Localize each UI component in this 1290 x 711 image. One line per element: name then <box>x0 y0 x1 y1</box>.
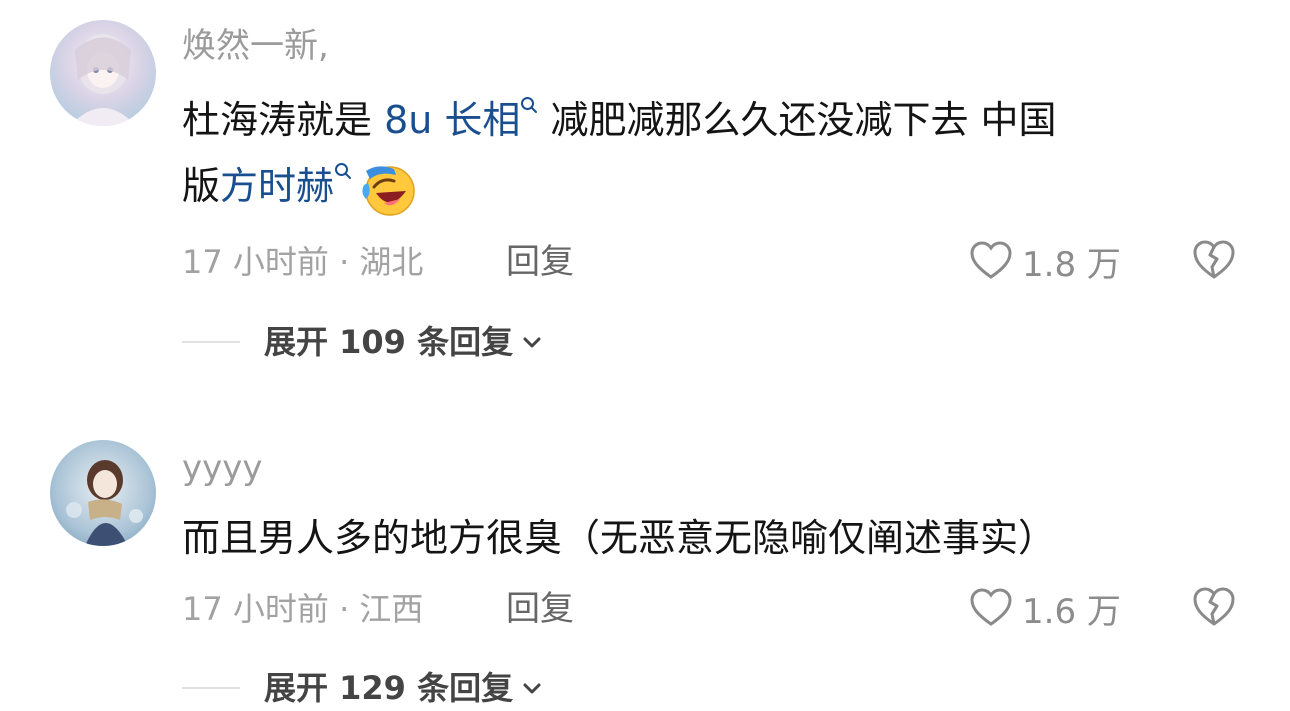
search-icon[interactable] <box>520 96 538 114</box>
divider <box>182 341 240 343</box>
expand-replies-button[interactable]: 展开 129 条回复 <box>182 668 545 708</box>
username[interactable]: yyyy <box>182 448 262 488</box>
heart-outline-icon <box>970 588 1012 626</box>
like-button[interactable]: 1.6 万 <box>968 585 1121 632</box>
like-count: 1.8 万 <box>1022 244 1121 285</box>
username[interactable]: 焕然一新, <box>182 26 329 66</box>
comment-text-line-2: 版方时赫 <box>182 160 416 217</box>
comment-meta: 17 小时前 · 湖北 <box>182 243 424 281</box>
divider <box>182 687 240 689</box>
chevron-down-icon <box>523 683 541 694</box>
expand-replies-button[interactable]: 展开 109 条回复 <box>182 322 545 362</box>
chevron-down-icon <box>523 337 541 348</box>
expand-replies-label: 展开 129 条回复 <box>264 669 514 707</box>
like-button[interactable]: 1.8 万 <box>968 238 1121 285</box>
comment-text: 杜海涛就是 <box>182 98 385 142</box>
comment-text: 而且男人多的地方很臭（无恶意无隐喻仅阐述事实） <box>182 516 1057 560</box>
laughing-crying-emoji-icon <box>360 161 416 217</box>
avatar[interactable] <box>50 20 156 126</box>
broken-heart-icon[interactable] <box>1190 236 1238 284</box>
comment-text-line-1: 杜海涛就是 8u 长相 减肥减那么久还没减下去 中国 <box>182 94 1057 146</box>
heart-outline-icon <box>970 241 1012 279</box>
reply-button[interactable]: 回复 <box>506 242 574 282</box>
comment-text: 版 <box>182 164 221 208</box>
comment-text: 减肥减那么久还没减下去 中国 <box>550 98 1057 142</box>
avatar[interactable] <box>50 440 156 546</box>
comment-meta: 17 小时前 · 江西 <box>182 590 424 628</box>
broken-heart-icon[interactable] <box>1190 583 1238 631</box>
expand-replies-label: 展开 109 条回复 <box>264 323 514 361</box>
search-icon[interactable] <box>334 162 352 180</box>
reply-button[interactable]: 回复 <box>506 589 574 629</box>
like-count: 1.6 万 <box>1022 591 1121 632</box>
search-tag-link[interactable]: 8u 长相 <box>384 98 520 142</box>
search-tag-link[interactable]: 方时赫 <box>220 164 334 208</box>
